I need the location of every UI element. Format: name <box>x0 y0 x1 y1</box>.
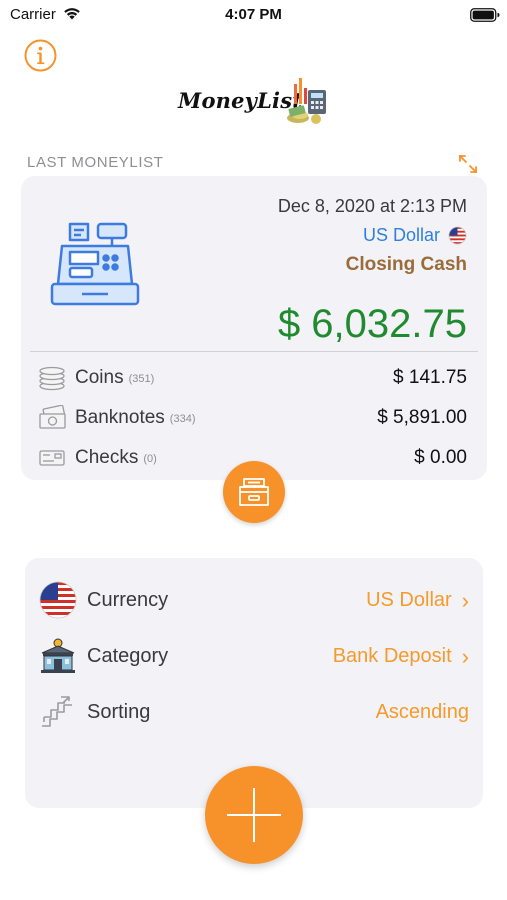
total-amount: $ 6,032.75 <box>277 302 467 346</box>
section-label: LAST MONEYLIST <box>27 154 164 171</box>
breakdown-value-banknotes: $ 5,891.00 <box>377 407 467 428</box>
us-flag-icon <box>39 581 77 619</box>
currency-label[interactable]: US Dollar <box>363 225 440 246</box>
breakdown-name-banknotes: Banknotes (334) <box>75 407 196 428</box>
cash-register-logo-icon <box>287 78 326 124</box>
plus-icon-vertical <box>253 788 255 842</box>
expand-arrows-icon[interactable] <box>456 152 480 176</box>
setting-label-category: Category <box>87 645 169 667</box>
setting-value-currency: US Dollar › <box>366 587 469 613</box>
currency-row: US Dollar <box>363 225 467 246</box>
setting-value-category: Bank Deposit › <box>332 643 469 669</box>
bank-building-icon <box>41 638 75 673</box>
banknote-icon <box>39 405 66 429</box>
setting-row-currency[interactable]: Currency US Dollar › <box>39 581 469 621</box>
breakdown-value-coins: $ 141.75 <box>393 367 467 388</box>
check-icon <box>39 450 65 466</box>
chevron-right-icon: › <box>461 643 469 669</box>
breakdown-value-checks: $ 0.00 <box>414 447 467 468</box>
battery-icon <box>470 8 500 22</box>
setting-value-sorting: Ascending <box>375 701 469 723</box>
moneylist-date: Dec 8, 2020 at 2:13 PM <box>277 196 467 216</box>
breakdown-count-checks: (0) <box>143 453 157 465</box>
divider <box>30 351 478 352</box>
clock: 4:07 PM <box>225 6 282 23</box>
add-moneylist-button[interactable] <box>205 766 303 864</box>
cash-drawer-icon <box>239 478 269 506</box>
logo-text: MoneyList <box>178 88 303 113</box>
last-moneylist-card[interactable]: Dec 8, 2020 at 2:13 PM US Dollar Closing… <box>21 176 487 480</box>
breakdown-name-coins: Coins (351) <box>75 367 155 388</box>
breakdown-row-coins: Coins (351) $ 141.75 <box>38 365 467 393</box>
setting-row-sorting[interactable]: Sorting Ascending <box>39 693 469 733</box>
setting-label-currency: Currency <box>87 589 169 611</box>
breakdown-count-coins: (351) <box>128 373 155 385</box>
setting-row-category[interactable]: Category Bank Deposit › <box>39 637 469 677</box>
cash-register-icon <box>50 222 140 306</box>
archive-drawer-button[interactable] <box>223 461 285 523</box>
app-logo: MoneyList <box>178 74 330 126</box>
stairs-icon <box>42 696 72 727</box>
status-bar: Carrier 4:07 PM <box>0 0 507 30</box>
coins-icon <box>39 366 65 391</box>
breakdown-count-banknotes: (334) <box>169 413 196 425</box>
info-circle-icon[interactable] <box>24 39 57 72</box>
chevron-right-icon: › <box>461 587 469 613</box>
moneylist-category: Closing Cash <box>345 254 467 275</box>
breakdown-name-checks: Checks (0) <box>75 447 157 468</box>
setting-label-sorting: Sorting <box>87 701 151 723</box>
us-flag-small-icon <box>448 226 467 245</box>
breakdown-row-banknotes: Banknotes (334) $ 5,891.00 <box>38 405 467 433</box>
